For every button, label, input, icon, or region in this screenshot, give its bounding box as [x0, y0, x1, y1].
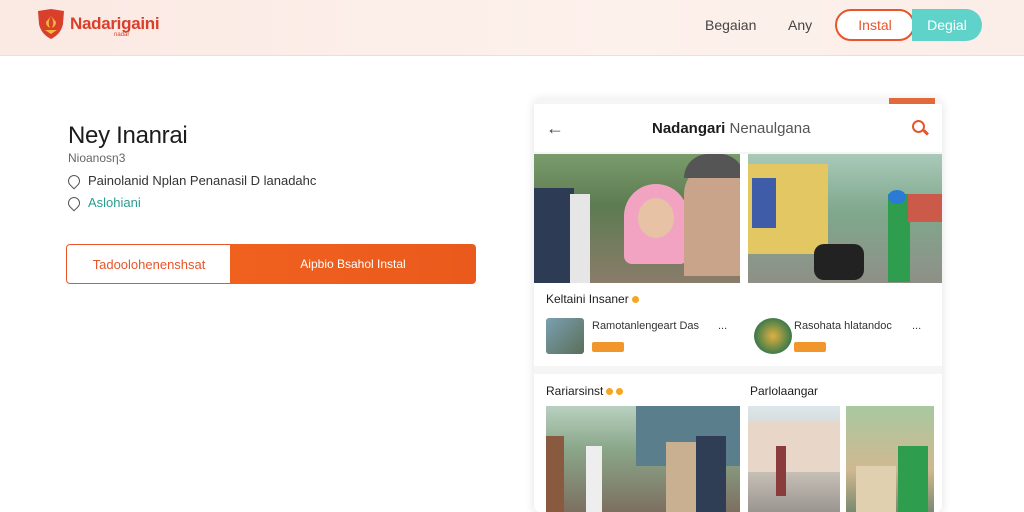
badge-icon: [606, 388, 614, 396]
post-title-text: Keltaini Insaner: [546, 292, 629, 306]
back-arrow-icon[interactable]: ←: [546, 118, 564, 139]
secondary-cta-button[interactable]: Tadoolohenenshsat: [66, 244, 232, 284]
location-text: Painolanid Nplan Penanasil D lanadahc: [88, 173, 317, 188]
avatar[interactable]: [754, 318, 792, 354]
install-button[interactable]: Instal: [835, 9, 915, 41]
app-title-rest: Nenaulgana: [729, 120, 811, 137]
search-icon[interactable]: [912, 120, 925, 133]
post-photo[interactable]: [748, 154, 942, 283]
location-pin-icon: [65, 172, 83, 189]
location-pin-icon: [65, 194, 83, 211]
post-title: Keltaini Insaner: [546, 292, 639, 306]
primary-install-cta-button[interactable]: Aipbio Bsahol Instal: [230, 244, 476, 284]
location-row: Painolanid Nplan Penanasil D lanadahc: [65, 172, 317, 189]
status-badge: [794, 342, 826, 352]
shield-logo-icon[interactable]: [36, 8, 66, 40]
page-subtitle: Nioanos⁠ƞ3: [68, 151, 126, 165]
link-row[interactable]: Aslohiani: [65, 194, 141, 211]
nav-link-any[interactable]: Any: [788, 17, 812, 33]
nav-link-begaian[interactable]: Begaian: [705, 17, 756, 33]
post-card[interactable]: Rariarsinst Parlolaangar: [534, 374, 942, 512]
post-photo[interactable]: [748, 406, 840, 512]
info-link[interactable]: Aslohiani: [88, 195, 141, 210]
post-photo[interactable]: [546, 406, 740, 512]
app-title-bold: Nadangari: [652, 120, 726, 137]
brand-tagline: nadar: [114, 32, 130, 38]
app-header: ← Nadangari Nenaulgana: [534, 104, 942, 152]
status-badge: [592, 342, 624, 352]
post-card[interactable]: Keltaini Insaner Ramotanlengeart Das ...…: [534, 154, 942, 366]
post-title: Rariarsinst: [546, 384, 624, 398]
app-preview-card: ← Nadangari Nenaulgana Keltaini Insaner: [534, 98, 942, 512]
more-icon[interactable]: ...: [912, 320, 921, 332]
brand-name[interactable]: Nadarigaini: [70, 14, 160, 34]
meta-label: Ramotanlengeart Das: [592, 320, 700, 332]
top-header: Nadarigaini nadar Begaian Any Instal Deg…: [0, 0, 1024, 56]
badge-icon: [616, 388, 624, 396]
app-title: Nadangari Nenaulgana: [652, 120, 810, 137]
post-photo[interactable]: [534, 154, 740, 283]
avatar[interactable]: [546, 318, 584, 354]
badge-icon: [631, 296, 639, 304]
post-title: Parlolaangar: [750, 384, 819, 398]
post-photo[interactable]: [846, 406, 934, 512]
meta-label: Rasohata hlatandoc: [794, 320, 892, 332]
more-icon[interactable]: ...: [718, 320, 727, 332]
secondary-button[interactable]: Degial: [912, 9, 982, 41]
page-title: Ney Inanrai: [68, 122, 188, 149]
post-title-text: Rariarsinst: [546, 384, 604, 398]
